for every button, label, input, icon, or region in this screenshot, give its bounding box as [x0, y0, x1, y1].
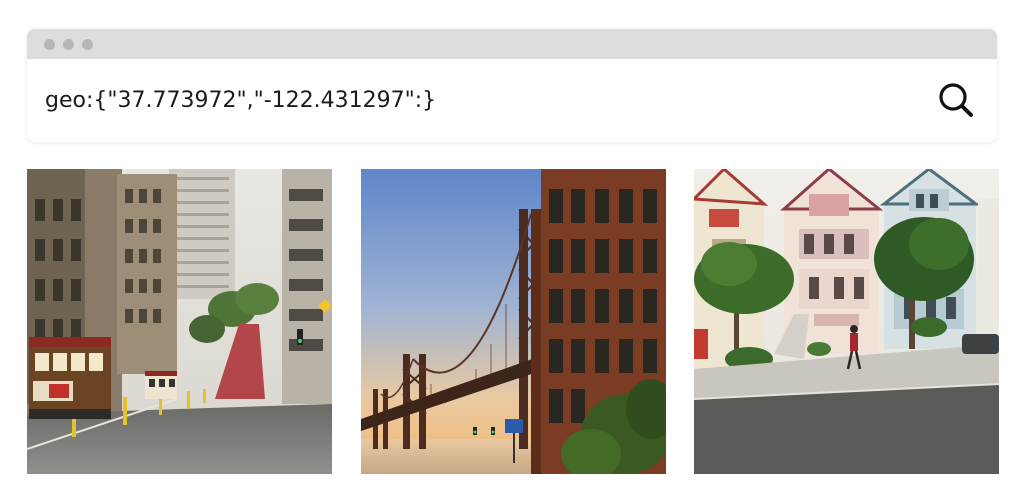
result-image-bay-bridge[interactable] — [361, 169, 666, 474]
browser-window: geo:{"37.773972","-122.431297":} — [27, 29, 997, 142]
window-control-dot[interactable] — [63, 38, 74, 50]
search-icon[interactable] — [937, 81, 977, 121]
window-titlebar — [27, 29, 997, 59]
search-bar[interactable]: geo:{"37.773972","-122.431297":} — [27, 59, 997, 142]
window-control-dot[interactable] — [82, 38, 93, 50]
result-image-cable-car-street[interactable] — [27, 169, 332, 474]
result-image-painted-ladies[interactable] — [694, 169, 999, 474]
window-control-dot[interactable] — [44, 38, 55, 50]
search-input[interactable]: geo:{"37.773972","-122.431297":} — [45, 89, 436, 112]
